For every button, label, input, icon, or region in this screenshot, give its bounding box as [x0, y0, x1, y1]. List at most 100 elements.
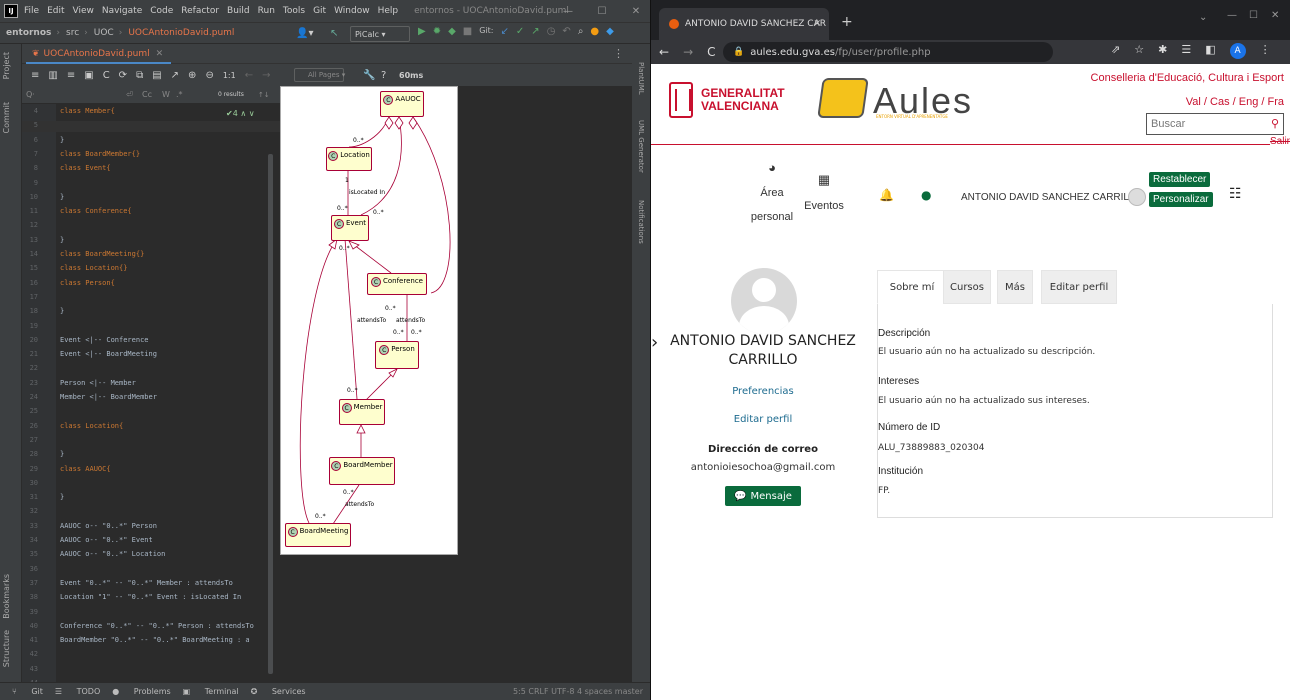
zoom-out-icon[interactable]: ⊖: [205, 70, 213, 81]
more-tabs-icon[interactable]: ⋮: [613, 47, 624, 60]
bookmark-star-icon[interactable]: ☆: [1134, 43, 1144, 59]
history-icon[interactable]: ◷: [547, 26, 556, 37]
menu-window[interactable]: Window: [334, 6, 370, 16]
reload-icon[interactable]: C: [707, 45, 715, 59]
code-line[interactable]: 21 Event <|-- BoardMeeting: [22, 350, 280, 361]
run-icon[interactable]: ▶: [418, 26, 426, 37]
minimize-icon[interactable]: —: [556, 0, 580, 22]
search-everywhere-icon[interactable]: ⌕: [578, 26, 584, 37]
code-line[interactable]: 14 class BoardMeeting{}: [22, 250, 280, 261]
layout-split-icon[interactable]: ▥: [48, 70, 57, 81]
zoom-actual-button[interactable]: 1:1: [223, 71, 236, 80]
file-tab-puml[interactable]: ❦ UOCAntonioDavid.puml ✕: [26, 46, 172, 64]
menu-code[interactable]: Code: [150, 6, 173, 16]
menu-run[interactable]: Run: [258, 6, 275, 16]
preview-icon[interactable]: ▣: [84, 70, 93, 81]
todo-button[interactable]: ☰ TODO: [55, 687, 100, 696]
browser-tab-profile[interactable]: ANTONIO DAVID SANCHEZ CAR ✕: [659, 8, 829, 40]
code-line[interactable]: 27: [22, 436, 280, 447]
export-icon[interactable]: ↗: [171, 70, 179, 81]
code-line[interactable]: 19: [22, 322, 280, 333]
tab-sobre-mi[interactable]: Sobre mí: [877, 270, 947, 304]
drawer-toggle-icon[interactable]: ☷: [1229, 186, 1242, 202]
search-icon[interactable]: ⚲: [1271, 117, 1279, 130]
menu-file[interactable]: File: [24, 6, 39, 16]
help-icon[interactable]: ?: [381, 70, 386, 81]
code-line[interactable]: 10}: [22, 193, 280, 204]
next-page-icon[interactable]: →: [262, 70, 270, 81]
aules-logo-icon[interactable]: [817, 78, 869, 118]
notifications-tool-tab[interactable]: Notifications: [637, 200, 645, 244]
editor-scrollbar[interactable]: [268, 154, 273, 674]
layout-right-icon[interactable]: ≡: [67, 70, 75, 81]
personalizar-button[interactable]: Personalizar: [1149, 192, 1213, 207]
terminal-button[interactable]: ▣ Terminal: [183, 687, 239, 696]
logout-link[interactable]: Salir: [1269, 136, 1290, 147]
tab-mas[interactable]: Más: [997, 270, 1033, 304]
jetbrains-icon[interactable]: ◆: [606, 26, 614, 37]
menu-refactor[interactable]: Refactor: [181, 6, 219, 16]
services-button[interactable]: ✪ Services: [251, 687, 306, 696]
search-icon[interactable]: Q·: [26, 90, 35, 99]
code-line[interactable]: 24 Member <|-- BoardMember: [22, 393, 280, 404]
close-tab-icon[interactable]: ✕: [156, 49, 164, 59]
plantuml-tool-tab[interactable]: PlantUML: [637, 62, 645, 95]
code-line[interactable]: 5: [22, 121, 280, 133]
code-line[interactable]: 40 Conference "0..*" -- "0..*" Person : a…: [22, 622, 280, 633]
editar-perfil-link[interactable]: Editar perfil: [663, 414, 863, 425]
reload-icon[interactable]: ⟳: [119, 70, 127, 81]
restablecer-button[interactable]: Restablecer: [1149, 172, 1211, 187]
code-line[interactable]: 36: [22, 565, 280, 576]
match-case-toggle[interactable]: Cc: [142, 90, 152, 99]
code-line[interactable]: 41 BoardMember "0..*" -- "0..*" BoardMeet…: [22, 636, 280, 647]
find-prev-icon[interactable]: ↑↓: [258, 91, 270, 99]
back-icon[interactable]: ←: [659, 45, 669, 59]
prev-page-icon[interactable]: ←: [245, 70, 253, 81]
site-search-input[interactable]: Buscar ⚲: [1146, 113, 1284, 135]
menu-help[interactable]: Help: [378, 6, 399, 16]
structure-tool-tab[interactable]: Structure: [2, 630, 11, 667]
nav-area-personal[interactable]: ◕ Área personal: [749, 160, 795, 223]
breadcrumb-file[interactable]: UOCAntonioDavid.puml: [128, 28, 234, 38]
plantuml-preview[interactable]: C AAUOC C Location C Event C Conference C Per…: [280, 86, 458, 555]
code-line[interactable]: 42: [22, 650, 280, 661]
coverage-icon[interactable]: ◆: [448, 26, 456, 37]
code-line[interactable]: 8 class Event{: [22, 164, 280, 175]
code-line[interactable]: 39: [22, 608, 280, 619]
project-tool-tab[interactable]: Project: [2, 52, 11, 79]
code-line[interactable]: 26 class Location{: [22, 422, 280, 433]
inspection-widget[interactable]: ✔4 ∧ ∨: [226, 109, 255, 118]
debug-icon[interactable]: ✹: [433, 26, 441, 37]
conselleria-link[interactable]: Conselleria d'Educació, Cultura i Esport: [1091, 72, 1284, 84]
code-line[interactable]: 16 class Person{: [22, 279, 280, 290]
chat-icon[interactable]: ●: [921, 188, 931, 202]
chrome-menu-icon[interactable]: ⋮: [1260, 43, 1271, 59]
code-line[interactable]: 13}: [22, 236, 280, 247]
minimize-icon[interactable]: —: [1227, 10, 1237, 21]
user-avatar[interactable]: [1128, 188, 1146, 206]
git-status-button[interactable]: ⑂ Git: [12, 687, 43, 696]
code-line[interactable]: 15 class Location{}: [22, 264, 280, 275]
code-line[interactable]: 43: [22, 665, 280, 676]
commit-tool-tab[interactable]: Commit: [2, 102, 11, 133]
code-line[interactable]: 23 Person <|-- Member: [22, 379, 280, 390]
copy-icon[interactable]: ⧉: [136, 70, 143, 81]
code-line[interactable]: 38 Location "1" -- "0..*" Event : isLocat…: [22, 593, 280, 604]
code-line[interactable]: 33 AAUOC o-- "0..*" Person: [22, 522, 280, 533]
extensions-icon[interactable]: ✱: [1158, 43, 1167, 59]
preferencias-link[interactable]: Preferencias: [663, 386, 863, 397]
chevron-right-icon[interactable]: ›: [651, 332, 658, 353]
code-line[interactable]: 20 Event <|-- Conference: [22, 336, 280, 347]
menu-tools[interactable]: Tools: [283, 6, 305, 16]
menu-navigate[interactable]: Navigate: [102, 6, 142, 16]
tab-cursos[interactable]: Cursos: [943, 270, 991, 304]
breadcrumb-src[interactable]: src: [66, 28, 79, 38]
address-bar[interactable]: 🔒 aules.edu.gva.es/fp/user/profile.php: [723, 42, 1053, 62]
update-icon[interactable]: ●: [590, 26, 599, 37]
reading-list-icon[interactable]: ☰: [1181, 43, 1191, 59]
code-line[interactable]: 7 class BoardMember{}: [22, 150, 280, 161]
rollback-icon[interactable]: ↶: [562, 26, 570, 37]
new-tab-icon[interactable]: +: [841, 14, 853, 30]
lock-icon[interactable]: 🔒: [733, 47, 744, 57]
close-icon[interactable]: ✕: [1271, 10, 1279, 21]
